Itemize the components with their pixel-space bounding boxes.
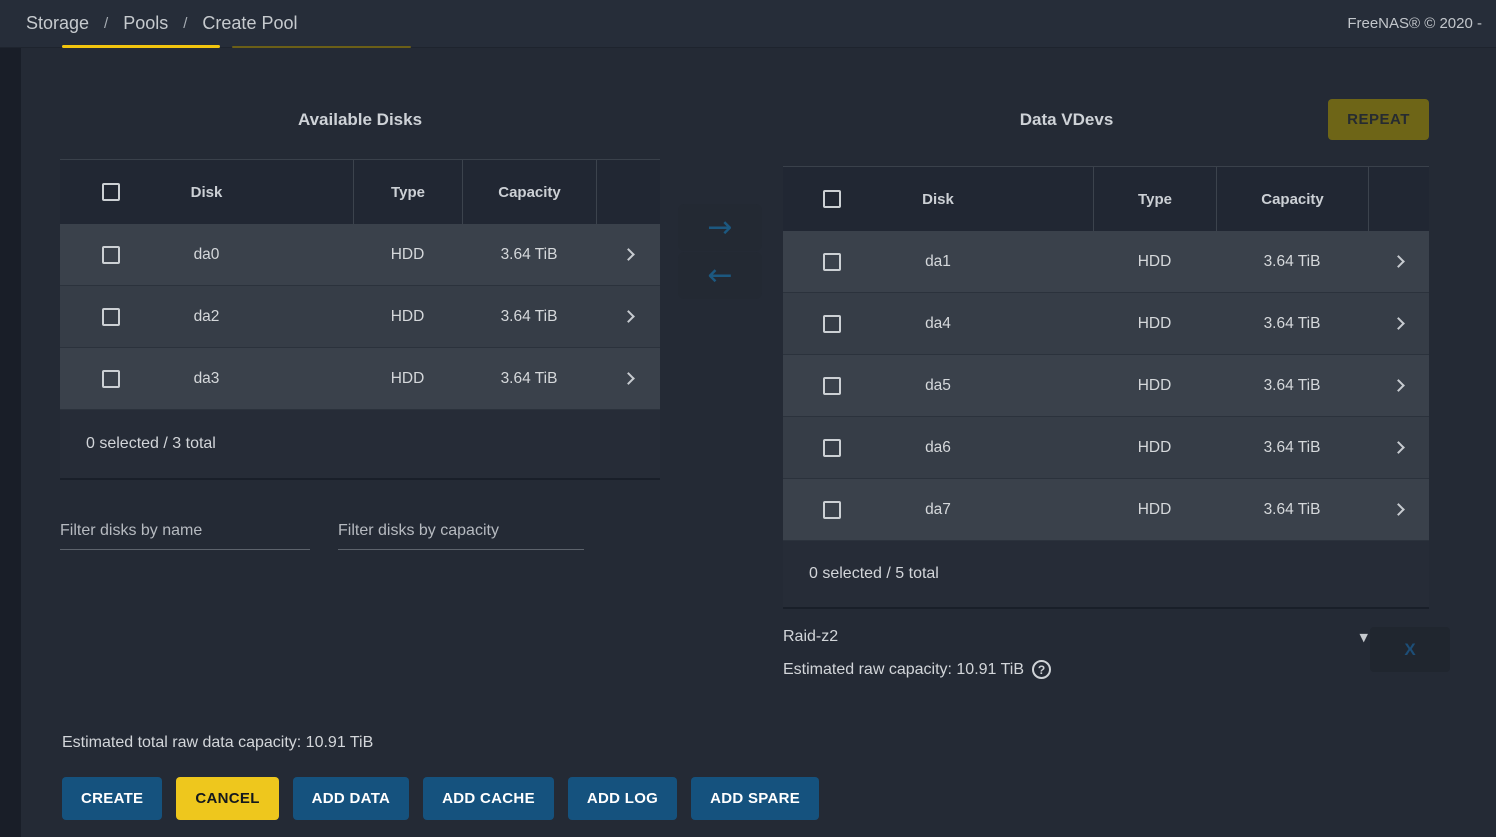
arrow-right-icon[interactable]: → [678,204,762,251]
estimated-raw-capacity: Estimated raw capacity: 10.91 TiB ? [783,660,1051,679]
disk-type: HDD [1093,355,1216,416]
disk-capacity: 3.64 TiB [462,286,596,347]
breadcrumb-pools[interactable]: Pools [123,13,168,34]
disk-name: da5 [925,377,951,395]
filter-name-input[interactable] [60,518,310,550]
estimated-raw-capacity-text: Estimated raw capacity: 10.91 TiB [783,661,1024,679]
chevron-right-icon[interactable] [1392,441,1405,454]
disk-name: da4 [925,315,951,333]
column-header-expand [596,160,660,224]
selection-summary: 0 selected / 3 total [60,410,660,480]
breadcrumb-separator: / [104,15,108,32]
top-bar: Storage / Pools / Create Pool FreeNAS® ©… [0,0,1496,48]
disk-capacity: 3.64 TiB [462,224,596,285]
disk-type: HDD [353,286,462,347]
chevron-right-icon[interactable] [622,248,635,261]
select-all-checkbox[interactable] [102,183,120,201]
action-buttons: CREATE CANCEL ADD DATA ADD CACHE ADD LOG… [62,777,819,820]
breadcrumb-storage[interactable]: Storage [26,13,89,34]
disk-filters [60,518,584,550]
inactive-tab-indicator[interactable] [232,46,411,48]
column-header-disk: Disk [191,184,223,201]
raid-type-select[interactable]: Raid-z2 ▼ [783,628,1368,646]
disk-type: HDD [1093,293,1216,354]
chevron-right-icon[interactable] [1392,255,1405,268]
column-header-type: Type [1093,167,1216,231]
table-row: da4 HDD 3.64 TiB [783,293,1429,355]
data-vdevs-table: Disk Type Capacity da1 HDD 3.64 TiB da4 … [783,166,1429,609]
disk-type: HDD [1093,231,1216,292]
disk-capacity: 3.64 TiB [1216,355,1368,416]
breadcrumb: Storage / Pools / Create Pool [26,13,297,34]
disk-name: da6 [925,439,951,457]
disk-capacity: 3.64 TiB [1216,479,1368,540]
total-capacity-summary: Estimated total raw data capacity: 10.91… [62,734,373,752]
chevron-right-icon[interactable] [622,372,635,385]
arrow-left-icon[interactable]: ← [678,252,762,299]
column-header-capacity: Capacity [462,160,596,224]
row-checkbox[interactable] [823,315,841,333]
row-checkbox[interactable] [823,253,841,271]
row-checkbox[interactable] [823,501,841,519]
row-checkbox[interactable] [102,370,120,388]
available-disks-table: Disk Type Capacity da0 HDD 3.64 TiB da2 … [60,159,660,480]
disk-type: HDD [353,224,462,285]
table-row: da1 HDD 3.64 TiB [783,231,1429,293]
row-checkbox[interactable] [102,246,120,264]
disk-type: HDD [1093,417,1216,478]
available-disks-title: Available Disks [60,110,660,130]
disk-type: HDD [353,348,462,409]
remove-vdev-button[interactable]: X [1370,627,1450,672]
create-button[interactable]: CREATE [62,777,162,820]
chevron-right-icon[interactable] [1392,317,1405,330]
table-row: da6 HDD 3.64 TiB [783,417,1429,479]
table-row: da0 HDD 3.64 TiB [60,224,660,286]
column-header-capacity: Capacity [1216,167,1368,231]
select-all-checkbox[interactable] [823,190,841,208]
breadcrumb-create-pool: Create Pool [202,13,297,34]
row-checkbox[interactable] [823,439,841,457]
active-tab-indicator[interactable] [62,45,220,48]
disk-capacity: 3.64 TiB [1216,293,1368,354]
selection-summary: 0 selected / 5 total [783,541,1429,609]
table-header: Disk Type Capacity [60,159,660,224]
table-row: da7 HDD 3.64 TiB [783,479,1429,541]
disk-name: da0 [194,246,220,264]
add-cache-button[interactable]: ADD CACHE [423,777,554,820]
disk-name: da2 [194,308,220,326]
column-header-disk: Disk [922,191,954,208]
table-row: da2 HDD 3.64 TiB [60,286,660,348]
add-data-button[interactable]: ADD DATA [293,777,410,820]
row-checkbox[interactable] [823,377,841,395]
help-icon[interactable]: ? [1032,660,1051,679]
move-buttons: → ← [678,204,762,299]
table-row: da3 HDD 3.64 TiB [60,348,660,410]
left-edge-strip [0,48,21,837]
data-vdevs-title: Data VDevs [783,110,1350,130]
disk-capacity: 3.64 TiB [1216,231,1368,292]
dropdown-caret-icon: ▼ [1360,631,1368,644]
table-row: da5 HDD 3.64 TiB [783,355,1429,417]
chevron-right-icon[interactable] [1392,379,1405,392]
raid-type-value: Raid-z2 [783,628,838,646]
disk-capacity: 3.64 TiB [462,348,596,409]
breadcrumb-separator: / [183,15,187,32]
add-spare-button[interactable]: ADD SPARE [691,777,819,820]
repeat-button[interactable]: REPEAT [1328,99,1429,140]
disk-name: da1 [925,253,951,271]
cancel-button[interactable]: CANCEL [176,777,278,820]
disk-type: HDD [1093,479,1216,540]
add-log-button[interactable]: ADD LOG [568,777,677,820]
chevron-right-icon[interactable] [1392,503,1405,516]
column-header-type: Type [353,160,462,224]
row-checkbox[interactable] [102,308,120,326]
column-header-expand [1368,167,1429,231]
disk-capacity: 3.64 TiB [1216,417,1368,478]
table-header: Disk Type Capacity [783,166,1429,231]
chevron-right-icon[interactable] [622,310,635,323]
disk-name: da3 [194,370,220,388]
filter-capacity-input[interactable] [338,518,584,550]
disk-name: da7 [925,501,951,519]
freenas-copyright: FreeNAS® © 2020 - [1347,15,1482,32]
